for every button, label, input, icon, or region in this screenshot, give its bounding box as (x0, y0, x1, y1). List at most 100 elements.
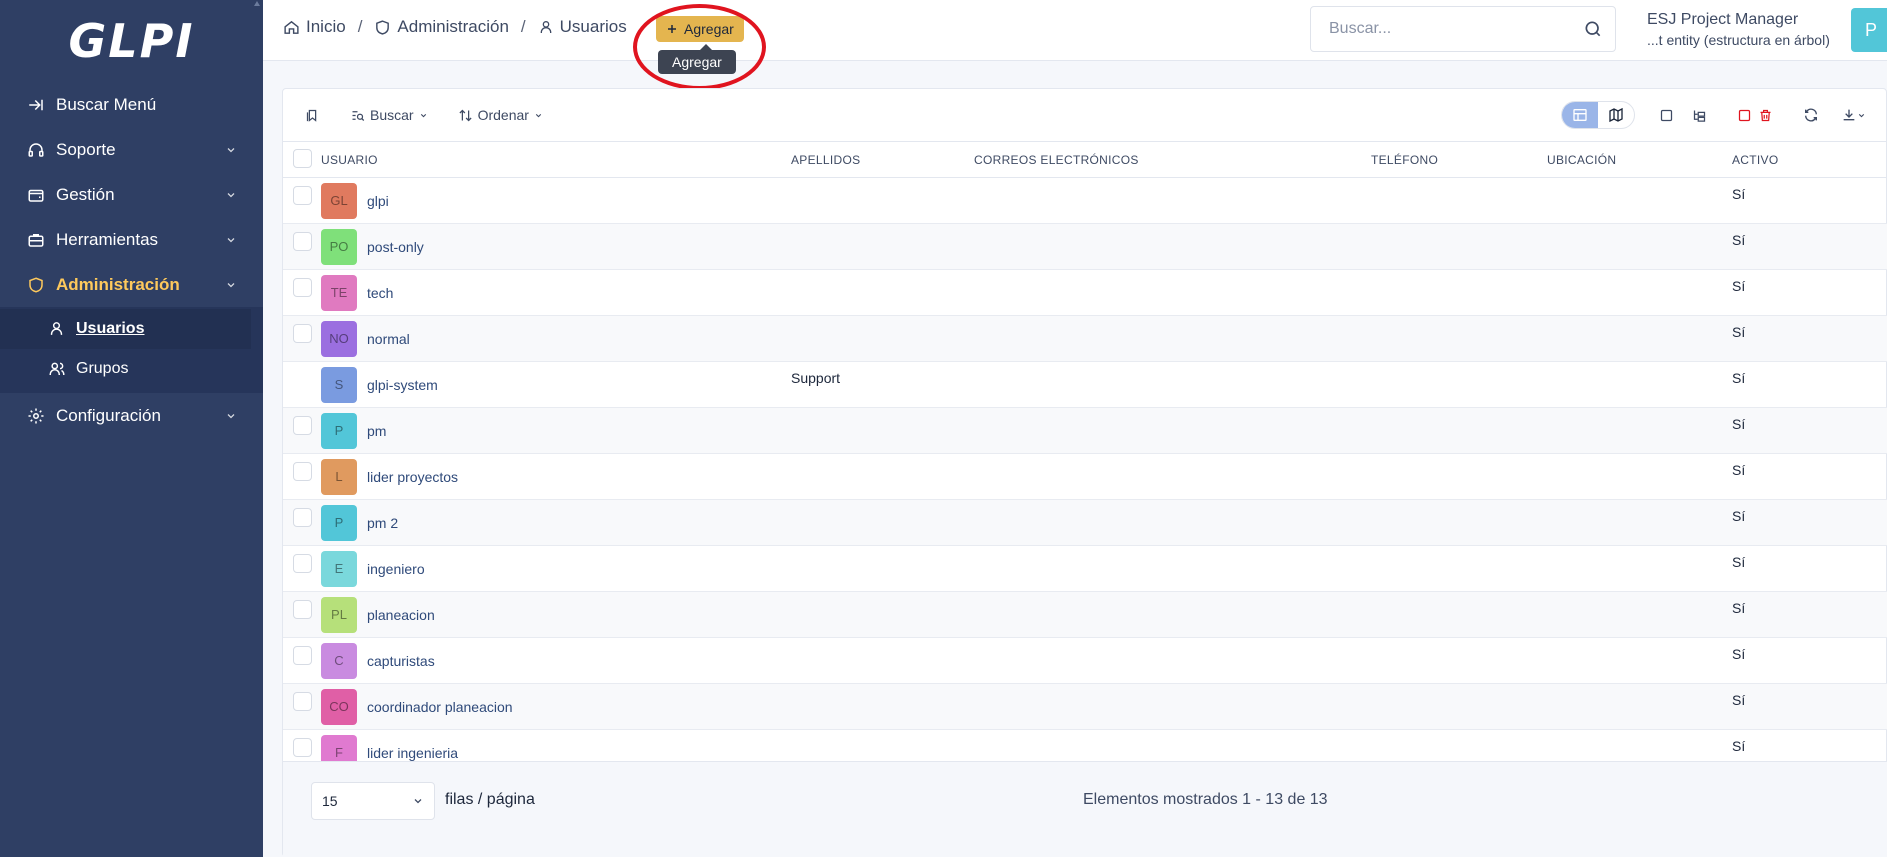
shield-icon (26, 275, 46, 295)
checkbox-icon (1738, 109, 1751, 121)
user-link[interactable]: coordinador planeacion (367, 699, 513, 715)
glpi-logo[interactable]: GLPI (0, 0, 263, 82)
users-list-card: Buscar Ordenar USUARIO APELLIDOS CORREOS… (282, 88, 1887, 857)
column-header-telefono[interactable]: TELÉFONO (1367, 142, 1543, 178)
breadcrumb-usuarios[interactable]: Usuarios (538, 17, 627, 37)
user-link[interactable]: glpi (367, 193, 389, 209)
phone-cell (1367, 454, 1543, 500)
row-checkbox[interactable] (293, 324, 312, 343)
user-menu[interactable]: ESJ Project Manager ...t entity (estruct… (1647, 10, 1830, 50)
highlight-ring (633, 4, 766, 90)
user-cell: Eingeniero (317, 546, 787, 592)
user-link[interactable]: tech (367, 285, 393, 301)
view-mode-toggle (1561, 101, 1635, 129)
user-cell: Ppm (317, 408, 787, 454)
row-checkbox[interactable] (293, 508, 312, 527)
row-select-cell (283, 270, 317, 316)
row-checkbox[interactable] (293, 186, 312, 205)
user-link[interactable]: glpi-system (367, 377, 438, 393)
row-checkbox[interactable] (293, 232, 312, 251)
tree-view-button[interactable] (1692, 108, 1707, 123)
row-select-cell (283, 638, 317, 684)
column-header-ubicacion[interactable]: UBICACIÓN (1543, 142, 1728, 178)
user-link[interactable]: post-only (367, 239, 424, 255)
surname-cell (787, 316, 970, 362)
sidebar-item-buscar-menu[interactable]: Buscar Menú (0, 82, 263, 127)
user-avatar: TE (321, 274, 357, 311)
row-checkbox[interactable] (293, 554, 312, 573)
sort-label: Ordenar (477, 107, 529, 123)
surname-cell (787, 684, 970, 730)
row-checkbox[interactable] (293, 646, 312, 665)
rows-per-page-select[interactable]: 15 (311, 782, 435, 820)
user-avatar: GL (321, 182, 357, 219)
sidebar-item-label: Gestión (56, 184, 115, 204)
sort-icon (459, 109, 472, 121)
user-link[interactable]: lider ingenieria (367, 745, 458, 761)
tree-icon (1693, 110, 1706, 122)
phone-cell (1367, 224, 1543, 270)
location-cell (1543, 316, 1728, 362)
export-button[interactable] (1841, 107, 1866, 123)
search-icon[interactable] (1583, 19, 1603, 39)
sidebar-subitem-usuarios[interactable]: Usuarios (0, 309, 251, 349)
active-cell: Sí (1732, 232, 1746, 248)
refresh-button[interactable] (1803, 107, 1819, 123)
active-cell: Sí (1732, 600, 1746, 616)
location-cell (1543, 638, 1728, 684)
row-checkbox[interactable] (293, 416, 312, 435)
breadcrumb-administracion[interactable]: Administración (374, 17, 509, 37)
headset-icon (26, 140, 46, 160)
user-link[interactable]: pm (367, 423, 386, 439)
user-link[interactable]: planeacion (367, 607, 435, 623)
search-toggle-button[interactable]: Buscar (350, 107, 428, 123)
active-cell: Sí (1732, 278, 1746, 294)
row-checkbox[interactable] (293, 738, 312, 757)
location-cell (1543, 270, 1728, 316)
location-cell (1543, 224, 1728, 270)
bookmark-button[interactable] (305, 108, 320, 123)
table-row: Ppm Sí (283, 407, 1887, 454)
sidebar-subitem-grupos[interactable]: Grupos (0, 349, 263, 389)
trash-button[interactable] (1758, 108, 1773, 123)
user-avatar: S (321, 366, 357, 403)
column-header-usuario[interactable]: USUARIO (317, 142, 787, 178)
select-all-button[interactable] (1659, 108, 1674, 123)
row-checkbox[interactable] (293, 462, 312, 481)
sort-button[interactable]: Ordenar (458, 107, 543, 123)
column-header-correos[interactable]: CORREOS ELECTRÓNICOS (970, 142, 1367, 178)
bookmark-icon (306, 109, 317, 122)
table-view-button[interactable] (1562, 102, 1598, 128)
select-all-checkbox[interactable] (293, 148, 312, 168)
sidebar-item-soporte[interactable]: Soporte (0, 127, 263, 172)
map-view-button[interactable] (1598, 102, 1634, 128)
sidebar-scroll-indicator[interactable] (254, 0, 260, 6)
sidebar-item-configuracion[interactable]: Configuración (0, 393, 263, 438)
user-link[interactable]: pm 2 (367, 515, 398, 531)
breadcrumb-home[interactable]: Inicio (283, 17, 346, 37)
user-link[interactable]: normal (367, 331, 410, 347)
sidebar-item-herramientas[interactable]: Herramientas (0, 217, 263, 262)
location-cell (1543, 178, 1728, 224)
breadcrumb-label: Inicio (306, 17, 346, 36)
sidebar-item-gestion[interactable]: Gestión (0, 172, 263, 217)
row-checkbox[interactable] (293, 600, 312, 619)
row-checkbox[interactable] (293, 278, 312, 297)
column-header-activo[interactable]: ACTIVO (1728, 142, 1887, 178)
active-cell: Sí (1732, 370, 1746, 386)
user-link[interactable]: ingeniero (367, 561, 425, 577)
surname-cell (787, 408, 970, 454)
row-checkbox[interactable] (293, 692, 312, 711)
search-input[interactable] (1329, 20, 1583, 38)
user-link[interactable]: lider proyectos (367, 469, 458, 485)
user-avatar: L (321, 458, 357, 495)
user-link[interactable]: capturistas (367, 653, 435, 669)
row-select-cell (283, 592, 317, 638)
avatar[interactable]: P (1851, 8, 1887, 52)
select-trash-button[interactable] (1737, 108, 1752, 123)
user-cell: Ppm 2 (317, 500, 787, 546)
chevron-down-icon (420, 113, 426, 117)
sidebar-item-administracion[interactable]: Administración (0, 262, 263, 307)
column-header-apellidos[interactable]: APELLIDOS (787, 142, 970, 178)
email-cell (970, 592, 1367, 638)
